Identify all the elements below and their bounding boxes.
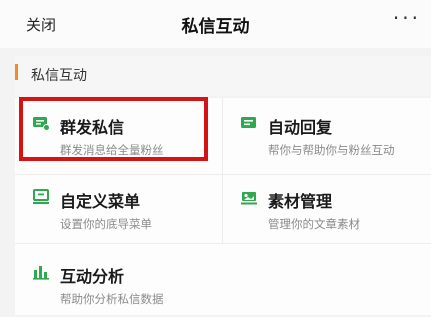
- mass-message-icon: [33, 117, 50, 131]
- grid-divider-horizontal: [15, 174, 431, 175]
- material-management-icon: [241, 192, 257, 205]
- analytics-chart-icon: [33, 266, 49, 280]
- auto-reply-tile[interactable]: 自动回复 帮你与帮助你与粉丝互动: [223, 100, 423, 168]
- grid-divider-vertical: [222, 98, 223, 243]
- more-options-button[interactable]: ···: [393, 6, 421, 30]
- top-bar: 关闭 私信互动 ···: [0, 0, 431, 48]
- section-title: 私信互动: [31, 68, 87, 84]
- interaction-analytics-tile[interactable]: 互动分析 帮助你分析私信数据: [15, 249, 215, 317]
- custom-menu-icon: [33, 189, 49, 204]
- auto-reply-icon: [241, 117, 256, 128]
- page-title: 私信互动: [181, 17, 250, 37]
- tile-description: 设置你的底导菜单: [60, 217, 152, 231]
- tile-description: 管理你的文章素材: [268, 217, 360, 231]
- section-accent-bar: [15, 64, 18, 80]
- tile-name: 群发私信: [60, 118, 125, 137]
- tile-description: 帮你与帮助你与粉丝互动: [268, 143, 395, 157]
- tile-name: 自动回复: [268, 118, 333, 137]
- tile-name: 自定义菜单: [60, 192, 141, 211]
- custom-menu-tile[interactable]: 自定义菜单 设置你的底导菜单: [15, 174, 215, 242]
- grid-divider-horizontal: [15, 243, 431, 244]
- tile-name: 素材管理: [268, 192, 333, 211]
- tile-description: 帮助你分析私信数据: [60, 292, 164, 306]
- section-header: 私信互动: [15, 56, 431, 96]
- feature-grid: 群发私信 群发消息给全量粉丝 自动回复 帮你与帮助你与粉丝互动 自定义菜单 设置…: [15, 98, 431, 315]
- tile-description: 群发消息给全量粉丝: [60, 143, 164, 157]
- mass-message-tile[interactable]: 群发私信 群发消息给全量粉丝: [15, 100, 215, 168]
- material-management-tile[interactable]: 素材管理 管理你的文章素材: [223, 174, 423, 242]
- tile-name: 互动分析: [60, 267, 125, 286]
